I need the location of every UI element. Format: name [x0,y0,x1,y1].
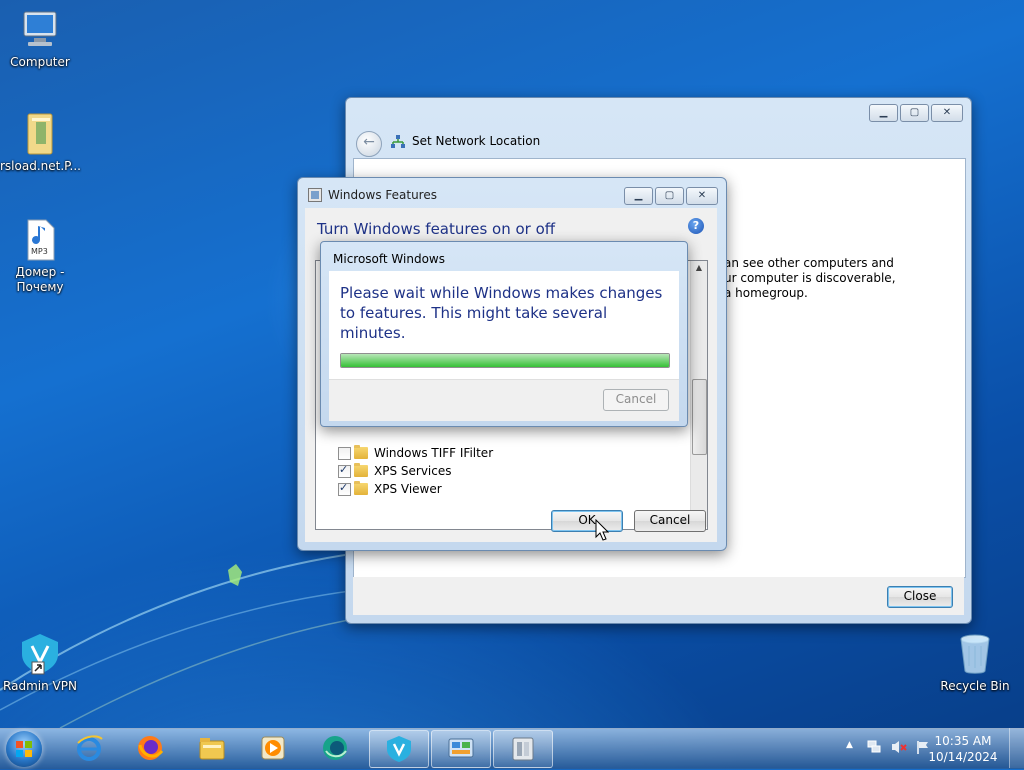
feature-item[interactable]: Windows TIFF IFilter [338,444,493,462]
tray-show-hidden-icon[interactable]: ▲ [846,740,853,750]
vertical-scrollbar[interactable]: ▲ ▼ [690,261,707,527]
taskbar-firefox[interactable] [121,730,179,766]
feature-checkbox[interactable] [338,463,351,478]
cancel-button[interactable]: Cancel [634,510,706,532]
radmin-vpn-icon [387,736,411,762]
windows-features-icon [308,188,322,202]
scroll-up-arrow-icon[interactable]: ▲ [691,263,707,272]
window-title: Set Network Location [412,134,541,148]
feature-item[interactable]: XPS Services [338,462,452,480]
close-window-button[interactable]: ✕ [931,104,963,122]
features-heading: Turn Windows features on or off [317,220,556,238]
dialog-body: Please wait while Windows makes changes … [329,271,679,379]
computer-icon [18,8,62,52]
feature-label: Windows TIFF IFilter [374,446,494,460]
maximize-button[interactable]: ▢ [655,187,684,205]
feature-item[interactable]: XPS Viewer [338,480,442,498]
folder-icon [354,445,368,459]
windows-logo-icon [16,741,32,757]
close-button[interactable]: Close [887,586,953,608]
recycle-bin-icon [953,632,997,676]
network-description-line: an see other computers and [724,256,894,270]
system-clock[interactable]: 10:35 AM 10/14/2024 [928,733,998,765]
browser-icon [323,736,347,760]
radmin-vpn-icon [18,632,62,676]
taskbar-file-explorer[interactable] [183,730,241,766]
start-button[interactable] [6,731,42,767]
desktop-icon-mp3-file[interactable]: MP3 Домер - Почему [0,218,80,295]
folder-icon [354,463,368,477]
taskbar-browser[interactable] [306,730,364,766]
progress-bar [340,353,670,368]
firefox-icon [138,736,164,760]
taskbar-radmin-vpn[interactable] [369,730,429,768]
minimize-icon: ▁ [879,107,888,118]
maximize-icon: ▢ [664,190,675,201]
desktop-icon-label: Radmin VPN [3,679,77,693]
close-icon: ✕ [942,107,952,118]
close-icon: ✕ [697,190,707,201]
window-title: Windows Features [328,188,437,202]
feature-label: XPS Services [374,464,452,478]
maximize-icon: ▢ [909,107,920,118]
control-panel-icon [448,738,474,758]
network-icon [391,135,405,148]
network-tray-icon[interactable] [866,739,882,755]
minimize-button[interactable]: ▁ [624,187,653,205]
network-button-bar [353,577,964,615]
network-description: an see other computers and ur computer i… [724,256,896,301]
cancel-button[interactable]: Cancel [603,389,669,411]
ok-button[interactable]: OK [551,510,623,532]
maximize-button[interactable]: ▢ [900,104,929,122]
close-window-button[interactable]: ✕ [686,187,718,205]
minimize-icon: ▁ [634,190,643,201]
volume-muted-tray-icon[interactable] [890,739,908,755]
back-button[interactable] [356,131,382,157]
desktop-icon-label: rsload.net.P... [0,159,81,173]
show-desktop-button[interactable] [1009,728,1024,768]
taskbar-program-features[interactable] [493,730,553,768]
file-explorer-icon [199,738,225,760]
scrollbar-thumb[interactable] [692,379,707,455]
mp3-badge: MP3 [31,247,48,256]
program-features-icon [512,737,534,761]
network-description-line: ur computer is discoverable, [724,271,896,285]
clock-date: 10/14/2024 [928,750,998,764]
desktop-icon-rsload-folder[interactable]: rsload.net.P... [0,112,81,174]
media-player-icon [261,736,285,760]
mouse-cursor-icon [595,519,609,541]
desktop-icon-recycle-bin[interactable]: Recycle Bin [935,632,1015,694]
internet-explorer-icon [77,735,103,761]
clock-time: 10:35 AM [934,734,992,748]
window-controls: ▁ ▢ ✕ [869,104,963,122]
feature-checkbox[interactable] [338,446,351,460]
desktop-icon-label: Computer [10,55,70,69]
dialog-button-bar: Cancel [329,379,679,421]
window-controls: ▁ ▢ ✕ [624,187,718,205]
taskbar-media-player[interactable] [244,730,302,766]
microsoft-windows-progress-dialog: Microsoft Windows Please wait while Wind… [320,241,688,427]
desktop-icon-label: Домер - Почему [15,265,65,294]
desktop-icon-computer[interactable]: Computer [0,8,80,70]
progress-bar-fill [341,354,669,367]
desktop-icon-label: Recycle Bin [940,679,1010,693]
minimize-button[interactable]: ▁ [869,104,898,122]
feature-label: XPS Viewer [374,482,442,496]
mp3-file-icon: MP3 [18,218,62,262]
feature-checkbox[interactable] [338,481,351,496]
folder-icon [18,112,62,156]
taskbar-control-panel[interactable] [431,730,491,768]
help-icon[interactable]: ? [688,218,704,234]
network-description-line: a homegroup. [724,286,808,300]
taskbar-internet-explorer[interactable] [60,730,118,766]
desktop-icon-radmin-vpn[interactable]: Radmin VPN [0,632,80,694]
dialog-title: Microsoft Windows [333,252,445,266]
progress-message: Please wait while Windows makes changes … [340,284,663,342]
folder-icon [354,481,368,495]
